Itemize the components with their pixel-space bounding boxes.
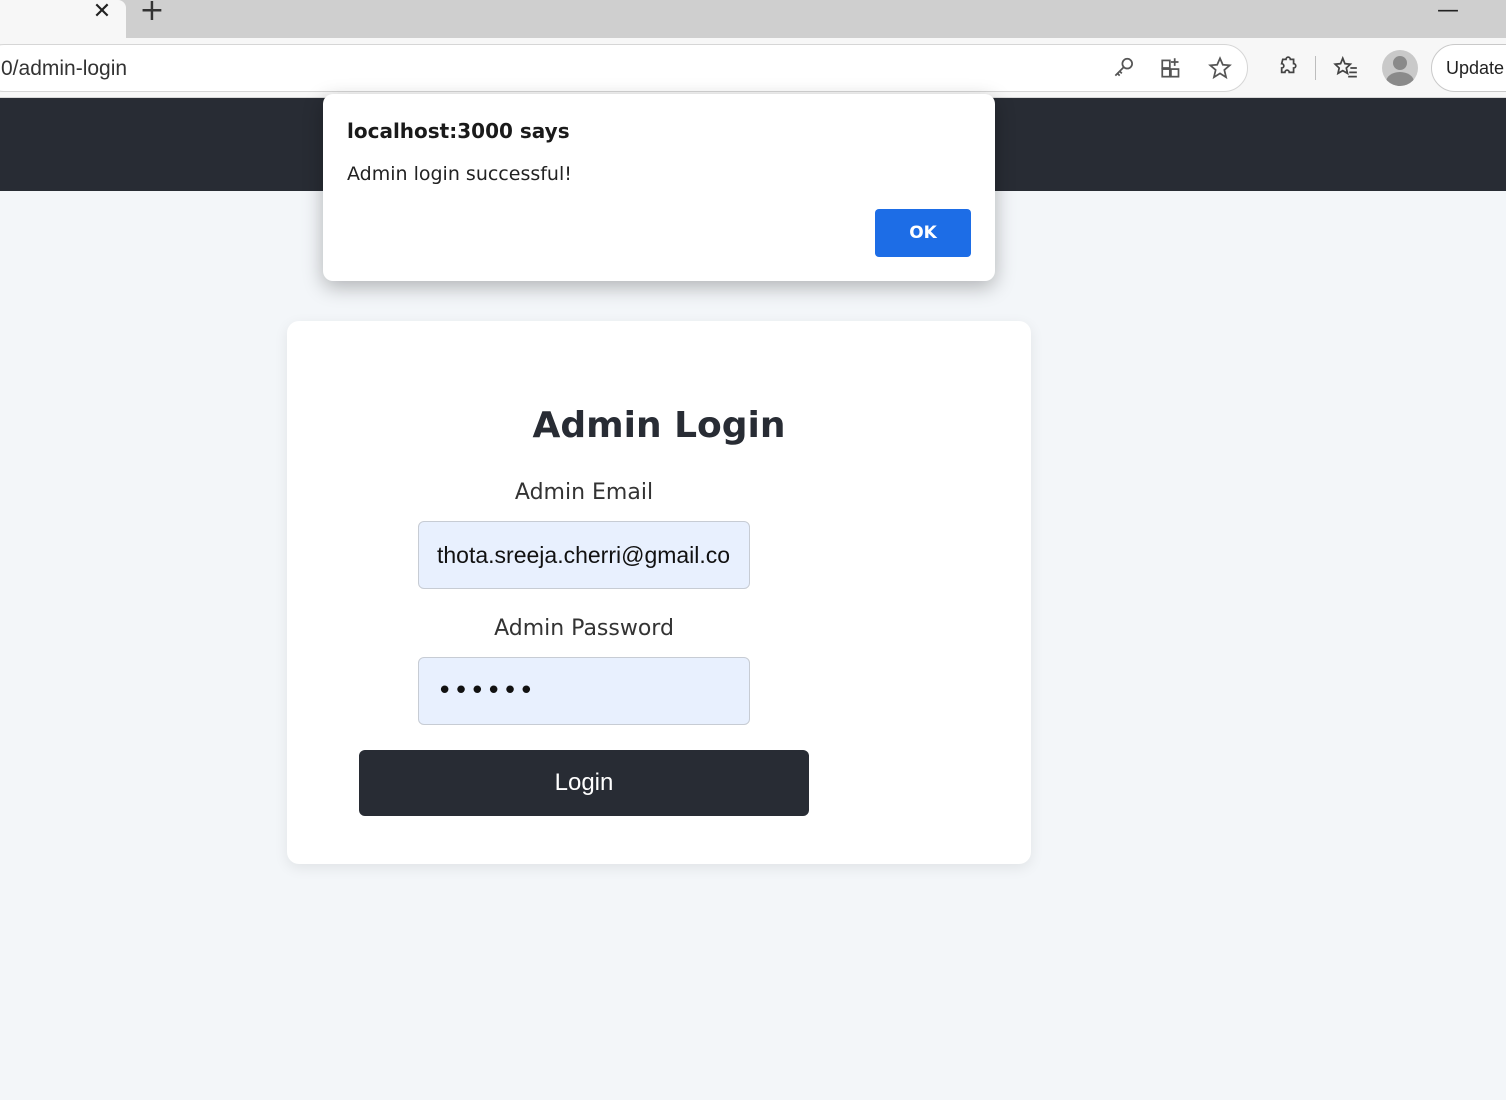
password-label: Admin Password <box>494 616 674 641</box>
dialog-message: Admin login successful! <box>347 163 572 185</box>
active-tab[interactable]: ✕ <box>0 0 126 38</box>
password-field[interactable] <box>418 657 750 725</box>
apps-icon[interactable] <box>1156 52 1188 84</box>
toolbar-divider <box>1315 56 1316 80</box>
address-text[interactable]: 0/admin-login <box>1 57 127 81</box>
address-bar[interactable]: 0/admin-login <box>0 44 1248 92</box>
update-button[interactable]: Update <box>1431 44 1506 92</box>
extensions-icon[interactable] <box>1270 52 1302 84</box>
minimize-window-icon[interactable]: — <box>1436 0 1460 24</box>
avatar-head <box>1393 56 1407 70</box>
profile-avatar[interactable] <box>1382 50 1418 86</box>
ok-button[interactable]: OK <box>875 209 971 257</box>
email-label: Admin Email <box>514 480 654 505</box>
new-tab-icon[interactable]: + <box>138 0 166 26</box>
page-title: Admin Login <box>532 405 786 446</box>
browser-toolbar: 0/admin-login Update <box>0 38 1506 98</box>
tab-close-icon[interactable]: ✕ <box>90 0 114 24</box>
login-card: Admin Login Admin Email Admin Password L… <box>287 321 1031 864</box>
dialog-title: localhost:3000 says <box>347 119 570 143</box>
favorites-icon[interactable] <box>1330 52 1362 84</box>
avatar-body <box>1386 72 1414 86</box>
key-icon[interactable] <box>1108 52 1140 84</box>
email-field[interactable] <box>418 521 750 589</box>
alert-dialog: localhost:3000 says Admin login successf… <box>323 94 995 281</box>
tab-strip: ✕ + — <box>0 0 1506 38</box>
login-button[interactable]: Login <box>359 750 809 816</box>
star-icon[interactable] <box>1204 52 1236 84</box>
